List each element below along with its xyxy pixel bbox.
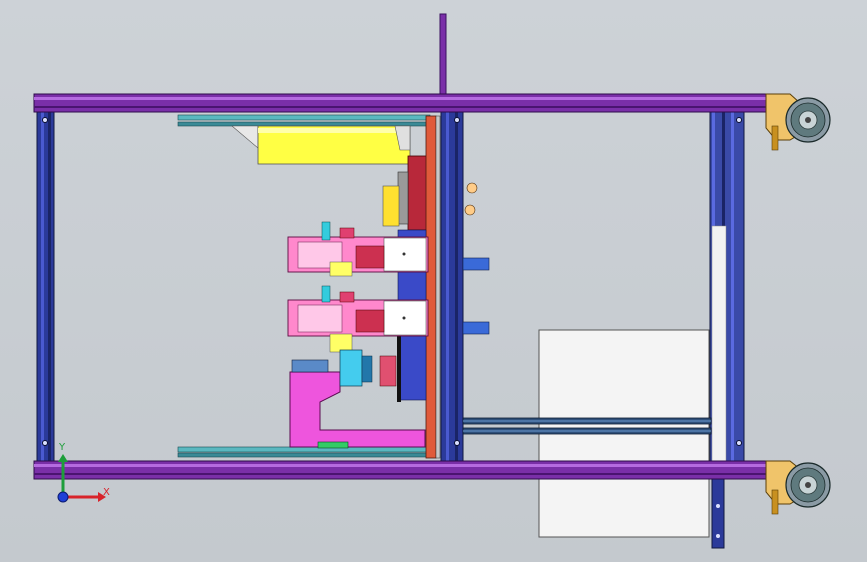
top-frame-beam[interactable]: [33, 93, 769, 113]
bracket-lower-right[interactable]: [462, 321, 490, 335]
red-vertical-plate[interactable]: [425, 115, 437, 459]
top-guide-rail[interactable]: [177, 114, 431, 127]
cyan-actuator[interactable]: [339, 349, 397, 387]
axis-x-label: X: [103, 487, 110, 498]
fitting-top[interactable]: [466, 182, 478, 194]
small-yellow-block[interactable]: [382, 185, 400, 227]
center-frame-post[interactable]: [440, 111, 464, 463]
assembly-top-view[interactable]: [0, 0, 867, 562]
left-frame-post[interactable]: [36, 94, 55, 476]
yellow-cylinder[interactable]: [231, 125, 411, 165]
cad-graphics-viewport[interactable]: X Y: [0, 0, 867, 562]
fitting-mid[interactable]: [464, 204, 476, 216]
right-frame-post[interactable]: [709, 111, 745, 463]
bottom-guide-rail[interactable]: [177, 446, 431, 458]
caster-top-right[interactable]: [765, 93, 831, 151]
top-center-rod[interactable]: [439, 13, 447, 101]
bottom-frame-beam[interactable]: [33, 460, 769, 480]
axis-y-label: Y: [59, 442, 66, 453]
bracket-upper-right[interactable]: [462, 257, 490, 271]
caster-bottom-right[interactable]: [765, 460, 831, 515]
